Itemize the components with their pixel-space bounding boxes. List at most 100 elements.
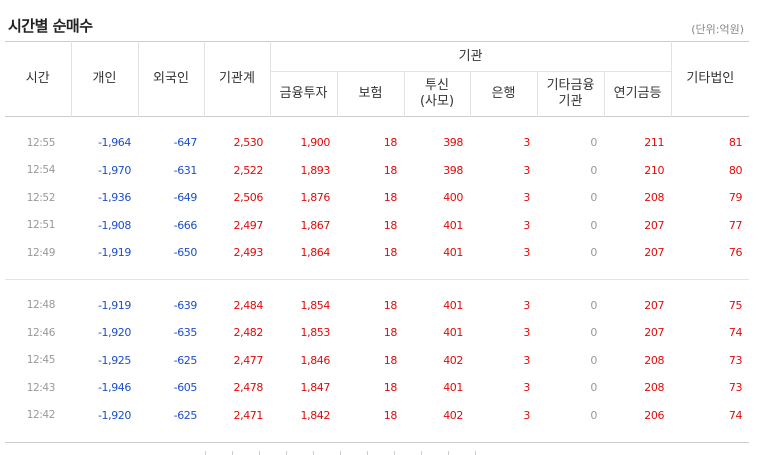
cell-financial-investment: 1,900 — [300, 136, 331, 150]
cell-other-corp: 73 — [728, 381, 743, 395]
table-row: 12:45 -1,925 -625 2,477 1,846 18 402 3 0 208 73 — [5, 347, 749, 375]
cell-individual: -1,919 — [97, 298, 131, 312]
cell-time: 12:51 — [26, 219, 56, 232]
cell-individual: -1,925 — [97, 353, 131, 367]
cell-insurance: 18 — [383, 218, 398, 232]
cell-bank: 3 — [523, 326, 530, 340]
cell-other-corp: 74 — [728, 408, 743, 422]
cell-other-financial: 0 — [590, 353, 597, 367]
cell-foreign: -649 — [173, 191, 198, 205]
cell-investment-trust: 398 — [443, 136, 463, 150]
cell-time: 12:43 — [26, 381, 56, 394]
header-other-corp: 기타법인 — [670, 41, 750, 117]
cell-investment-trust: 402 — [443, 408, 463, 422]
spacer-row — [5, 117, 749, 130]
cell-investment-trust: 402 — [443, 353, 463, 367]
table-row: 12:54 -1,970 -631 2,522 1,893 18 398 3 0 210 80 — [5, 157, 749, 185]
cell-financial-investment: 1,893 — [300, 163, 331, 177]
cell-other-corp: 74 — [728, 326, 743, 340]
cell-foreign: -647 — [173, 136, 198, 150]
cell-individual: -1,946 — [97, 381, 131, 395]
cell-other-corp: 76 — [728, 246, 743, 260]
table-row: 12:48 -1,919 -639 2,484 1,854 18 401 3 0 207 75 — [5, 292, 749, 320]
cell-other-corp: 80 — [728, 163, 743, 177]
header-institution-total: 기관계 — [203, 41, 270, 117]
cell-institution-total: 2,506 — [233, 191, 264, 205]
cell-insurance: 18 — [383, 381, 398, 395]
cell-bank: 3 — [523, 163, 530, 177]
cell-financial-investment: 1,846 — [300, 353, 331, 367]
cell-insurance: 18 — [383, 136, 398, 150]
cell-financial-investment: 1,876 — [300, 191, 331, 205]
cell-financial-investment: 1,842 — [300, 408, 331, 422]
spacer-row — [5, 279, 749, 292]
group-separator — [5, 266, 750, 280]
cell-other-corp: 77 — [728, 218, 743, 232]
cell-insurance: 18 — [383, 246, 398, 260]
cell-other-financial: 0 — [590, 326, 597, 340]
net-buying-table: 시간 개인 외국인 기관계 기관 기타법인 금융투자 보험 투신 (사모) 은행… — [5, 41, 750, 443]
cell-time: 12:42 — [26, 409, 56, 422]
cell-institution-total: 2,478 — [233, 381, 264, 395]
cell-other-corp: 81 — [728, 136, 743, 150]
cell-bank: 3 — [523, 408, 530, 422]
cell-pension: 208 — [644, 381, 665, 395]
cell-other-financial: 0 — [590, 191, 597, 205]
cell-time: 12:45 — [26, 354, 56, 367]
cell-bank: 3 — [523, 136, 530, 150]
cell-foreign: -625 — [173, 408, 198, 422]
cell-foreign: -639 — [173, 298, 198, 312]
cell-individual: -1,920 — [97, 326, 131, 340]
cell-institution-total: 2,493 — [233, 246, 264, 260]
cell-pension: 207 — [644, 218, 665, 232]
cell-other-corp: 79 — [728, 191, 743, 205]
header-foreign: 외국인 — [137, 41, 204, 117]
pagination — [205, 448, 555, 455]
cell-investment-trust: 401 — [443, 218, 463, 232]
table-row: 12:51 -1,908 -666 2,497 1,867 18 401 3 0 207 77 — [5, 212, 749, 240]
page-title: 시간별 순매수 — [8, 17, 93, 35]
table-row: 12:55 -1,964 -647 2,530 1,900 18 398 3 0 211 81 — [5, 129, 749, 157]
cell-insurance: 18 — [383, 163, 398, 177]
cell-insurance: 18 — [383, 353, 398, 367]
cell-institution-total: 2,497 — [233, 218, 264, 232]
cell-other-financial: 0 — [590, 408, 597, 422]
cell-pension: 207 — [644, 326, 665, 340]
header-other-financial: 기타금융 기관 — [536, 71, 604, 117]
cell-pension: 211 — [644, 136, 665, 150]
cell-time: 12:46 — [26, 326, 56, 339]
cell-foreign: -631 — [173, 163, 198, 177]
cell-bank: 3 — [523, 353, 530, 367]
cell-bank: 3 — [523, 218, 530, 232]
cell-financial-investment: 1,847 — [300, 381, 331, 395]
header-bank: 은행 — [469, 71, 537, 117]
cell-pension: 206 — [644, 408, 665, 422]
cell-other-corp: 73 — [728, 353, 743, 367]
cell-time: 12:49 — [26, 246, 56, 259]
cell-bank: 3 — [523, 191, 530, 205]
cell-institution-total: 2,471 — [233, 408, 264, 422]
cell-individual: -1,964 — [97, 136, 131, 150]
cell-bank: 3 — [523, 298, 530, 312]
cell-pension: 210 — [644, 163, 665, 177]
cell-time: 12:52 — [26, 191, 56, 204]
table-row: 12:52 -1,936 -649 2,506 1,876 18 400 3 0 208 79 — [5, 184, 749, 212]
cell-other-financial: 0 — [590, 298, 597, 312]
cell-pension: 208 — [644, 191, 665, 205]
cell-financial-investment: 1,867 — [300, 218, 331, 232]
header-investment-trust: 투신 (사모) — [403, 71, 470, 117]
cell-financial-investment: 1,854 — [300, 298, 331, 312]
cell-investment-trust: 401 — [443, 298, 463, 312]
cell-insurance: 18 — [383, 298, 398, 312]
cell-other-financial: 0 — [590, 218, 597, 232]
table-row: 12:42 -1,920 -625 2,471 1,842 18 402 3 0 206 74 — [5, 402, 749, 430]
cell-foreign: -625 — [173, 353, 198, 367]
cell-pension: 207 — [644, 246, 665, 260]
cell-individual: -1,936 — [97, 191, 131, 205]
cell-other-corp: 75 — [728, 298, 743, 312]
cell-institution-total: 2,477 — [233, 353, 264, 367]
cell-insurance: 18 — [383, 191, 398, 205]
cell-institution-total: 2,522 — [233, 163, 264, 177]
header-individual: 개인 — [70, 41, 138, 117]
table-bottom-border — [5, 429, 750, 443]
